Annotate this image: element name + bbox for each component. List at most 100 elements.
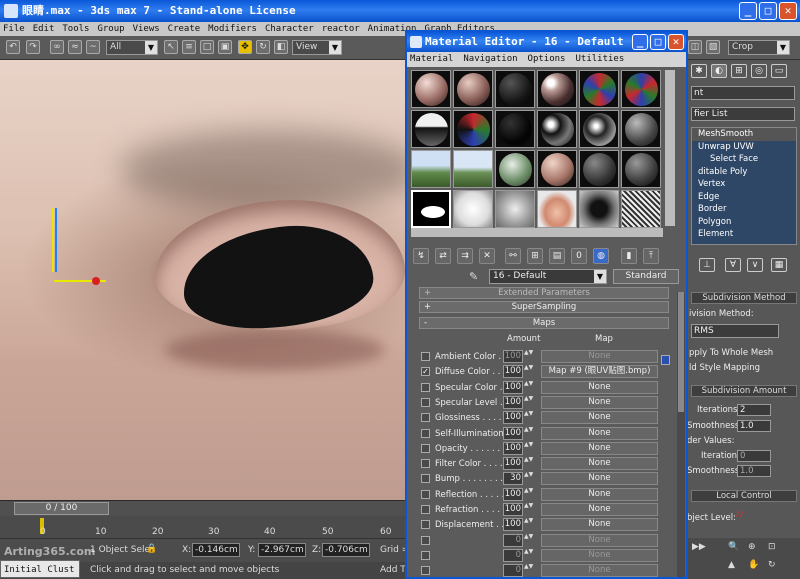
spinner-arrows-icon[interactable]: ▲▼ (524, 487, 533, 501)
stack-item[interactable]: Element (692, 228, 796, 241)
map-amount-spinner[interactable]: 100 (503, 350, 523, 363)
sample-slot[interactable] (621, 190, 661, 228)
stack-item[interactable]: Select Face (692, 153, 796, 166)
map-amount-spinner[interactable]: 100 (503, 487, 523, 501)
move-icon[interactable]: ✥ (238, 40, 252, 54)
rect-selection-icon[interactable]: □ (200, 40, 214, 54)
map-slot-button[interactable]: None (541, 441, 658, 455)
material-effects-channel-icon[interactable]: ▤ (549, 248, 565, 264)
zoom-all-icon[interactable]: ⊕ (748, 542, 756, 552)
spinner-arrows-icon[interactable]: ▲▼ (524, 441, 533, 455)
menu-file[interactable]: File (3, 22, 25, 36)
map-amount-spinner[interactable]: 0 (503, 564, 523, 578)
map-slot-button[interactable]: None (541, 457, 658, 471)
field-of-view-icon[interactable]: ▲ (728, 560, 735, 570)
subdiv-method-select[interactable]: RMS (691, 324, 779, 338)
reference-coord-select[interactable]: View ▼ (292, 40, 342, 55)
med-close-button[interactable]: ✕ (668, 34, 684, 50)
show-map-in-viewport-icon[interactable]: ◍ (593, 248, 609, 264)
vertex-level-icon[interactable]: ⁄ ⁄ (737, 510, 743, 520)
gizmo-pivot[interactable] (92, 277, 100, 285)
map-enable-checkbox[interactable] (421, 550, 430, 560)
object-name-field[interactable]: nt (691, 86, 795, 100)
spinner-arrows-icon[interactable]: ▲▼ (524, 518, 533, 531)
motion-tab-icon[interactable]: ◎ (751, 64, 767, 78)
x-coord-field[interactable]: -0.146cm (192, 543, 240, 557)
lock-icon[interactable]: 🔒 (146, 544, 157, 554)
stack-item[interactable]: Border (692, 203, 796, 216)
z-coord-field[interactable]: -0.706cm (322, 543, 370, 557)
apply-whole-mesh-checkbox[interactable]: pply To Whole Mesh (689, 348, 773, 358)
rollout-subdivision-method[interactable]: Subdivision Method (691, 292, 797, 304)
spinner-arrows-icon[interactable]: ▲▼ (524, 564, 533, 577)
go-to-parent-icon[interactable]: ⤒ (643, 248, 659, 264)
map-enable-checkbox[interactable]: ✓ (421, 367, 430, 377)
map-slot-button[interactable]: None (541, 350, 658, 363)
map-slot-button[interactable]: Map #9 (眼UV贴图.bmp) (541, 365, 658, 379)
sample-slot[interactable] (621, 150, 661, 188)
sample-slot[interactable] (621, 70, 661, 108)
rollout-supersampling[interactable]: + SuperSampling (419, 301, 669, 313)
sample-slot[interactable] (495, 70, 535, 108)
put-to-scene-icon[interactable]: ⇄ (435, 248, 451, 264)
map-slot-button[interactable]: None (541, 472, 658, 486)
rollout-subdivision-amount[interactable]: Subdivision Amount (691, 385, 797, 397)
show-end-result-icon[interactable]: ▮ (621, 248, 637, 264)
map-amount-spinner[interactable]: 100 (503, 518, 523, 532)
map-slot-button[interactable]: None (541, 533, 658, 547)
smoothness-spinner[interactable]: 1.0 (737, 420, 771, 432)
display-tab-icon[interactable]: ▭ (771, 64, 787, 78)
render-smoothness-spinner[interactable]: 1.0 (737, 465, 771, 477)
sample-slot[interactable] (495, 110, 535, 148)
y-coord-field[interactable]: -2.967cm (258, 543, 306, 557)
map-enable-checkbox[interactable] (421, 428, 430, 438)
old-style-mapping-checkbox[interactable]: ld Style Mapping (689, 363, 760, 373)
stack-item[interactable]: Unwrap UVW (692, 141, 796, 154)
channel-zero-icon[interactable]: 0 (571, 248, 587, 264)
sample-slot[interactable] (453, 190, 493, 228)
sample-slot[interactable] (495, 150, 535, 188)
sample-slot-active[interactable] (411, 190, 451, 228)
show-end-result-icon[interactable]: ∀ (725, 258, 741, 272)
create-tab-icon[interactable]: ✱ (691, 64, 707, 78)
maximize-button[interactable]: □ (759, 2, 777, 20)
stack-item[interactable]: Vertex (692, 178, 796, 191)
select-by-name-icon[interactable]: ≡ (182, 40, 196, 54)
stack-item[interactable]: ditable Poly (692, 166, 796, 179)
sample-slot[interactable] (411, 110, 451, 148)
scrollbar-thumb[interactable] (678, 292, 684, 412)
spinner-arrows-icon[interactable]: ▲▼ (524, 350, 533, 363)
pan-icon[interactable]: ✋ (748, 560, 759, 570)
maxscript-listener[interactable]: Initial Clust (0, 560, 80, 578)
med-maximize-button[interactable]: □ (650, 34, 666, 50)
rollout-local-control[interactable]: Local Control (691, 490, 797, 502)
menu-modifiers[interactable]: Modifiers (208, 22, 257, 36)
map-enable-checkbox[interactable] (421, 566, 430, 576)
add-time-tag[interactable]: Add T (380, 565, 406, 575)
sample-slot[interactable] (537, 110, 577, 148)
map-enable-checkbox[interactable] (421, 413, 430, 423)
sample-slot[interactable] (411, 150, 451, 188)
map-enable-checkbox[interactable] (421, 397, 430, 407)
make-unique-icon[interactable]: ∨ (747, 258, 763, 272)
map-enable-checkbox[interactable] (421, 459, 430, 469)
med-menu-utilities[interactable]: Utilities (575, 52, 624, 67)
sample-slot[interactable] (453, 70, 493, 108)
material-type-button[interactable]: Standard (613, 269, 679, 284)
spinner-arrows-icon[interactable]: ▲▼ (524, 472, 533, 485)
redo-icon[interactable]: ↷ (26, 40, 40, 54)
sample-slot[interactable] (621, 110, 661, 148)
map-slot-button[interactable]: None (541, 518, 658, 532)
sample-slot[interactable] (411, 70, 451, 108)
map-amount-spinner[interactable]: 100 (503, 411, 523, 425)
stack-item[interactable]: Polygon (692, 216, 796, 229)
map-amount-spinner[interactable]: 100 (503, 365, 523, 379)
sample-slot[interactable] (579, 190, 619, 228)
map-amount-spinner[interactable]: 0 (503, 533, 523, 547)
map-slot-button[interactable]: None (541, 380, 658, 394)
spinner-arrows-icon[interactable]: ▲▼ (524, 365, 533, 378)
rollout-maps[interactable]: - Maps (419, 317, 669, 329)
map-enable-checkbox[interactable] (421, 382, 430, 392)
map-slot-button[interactable]: None (541, 487, 658, 501)
map-slot-button[interactable]: None (541, 411, 658, 425)
